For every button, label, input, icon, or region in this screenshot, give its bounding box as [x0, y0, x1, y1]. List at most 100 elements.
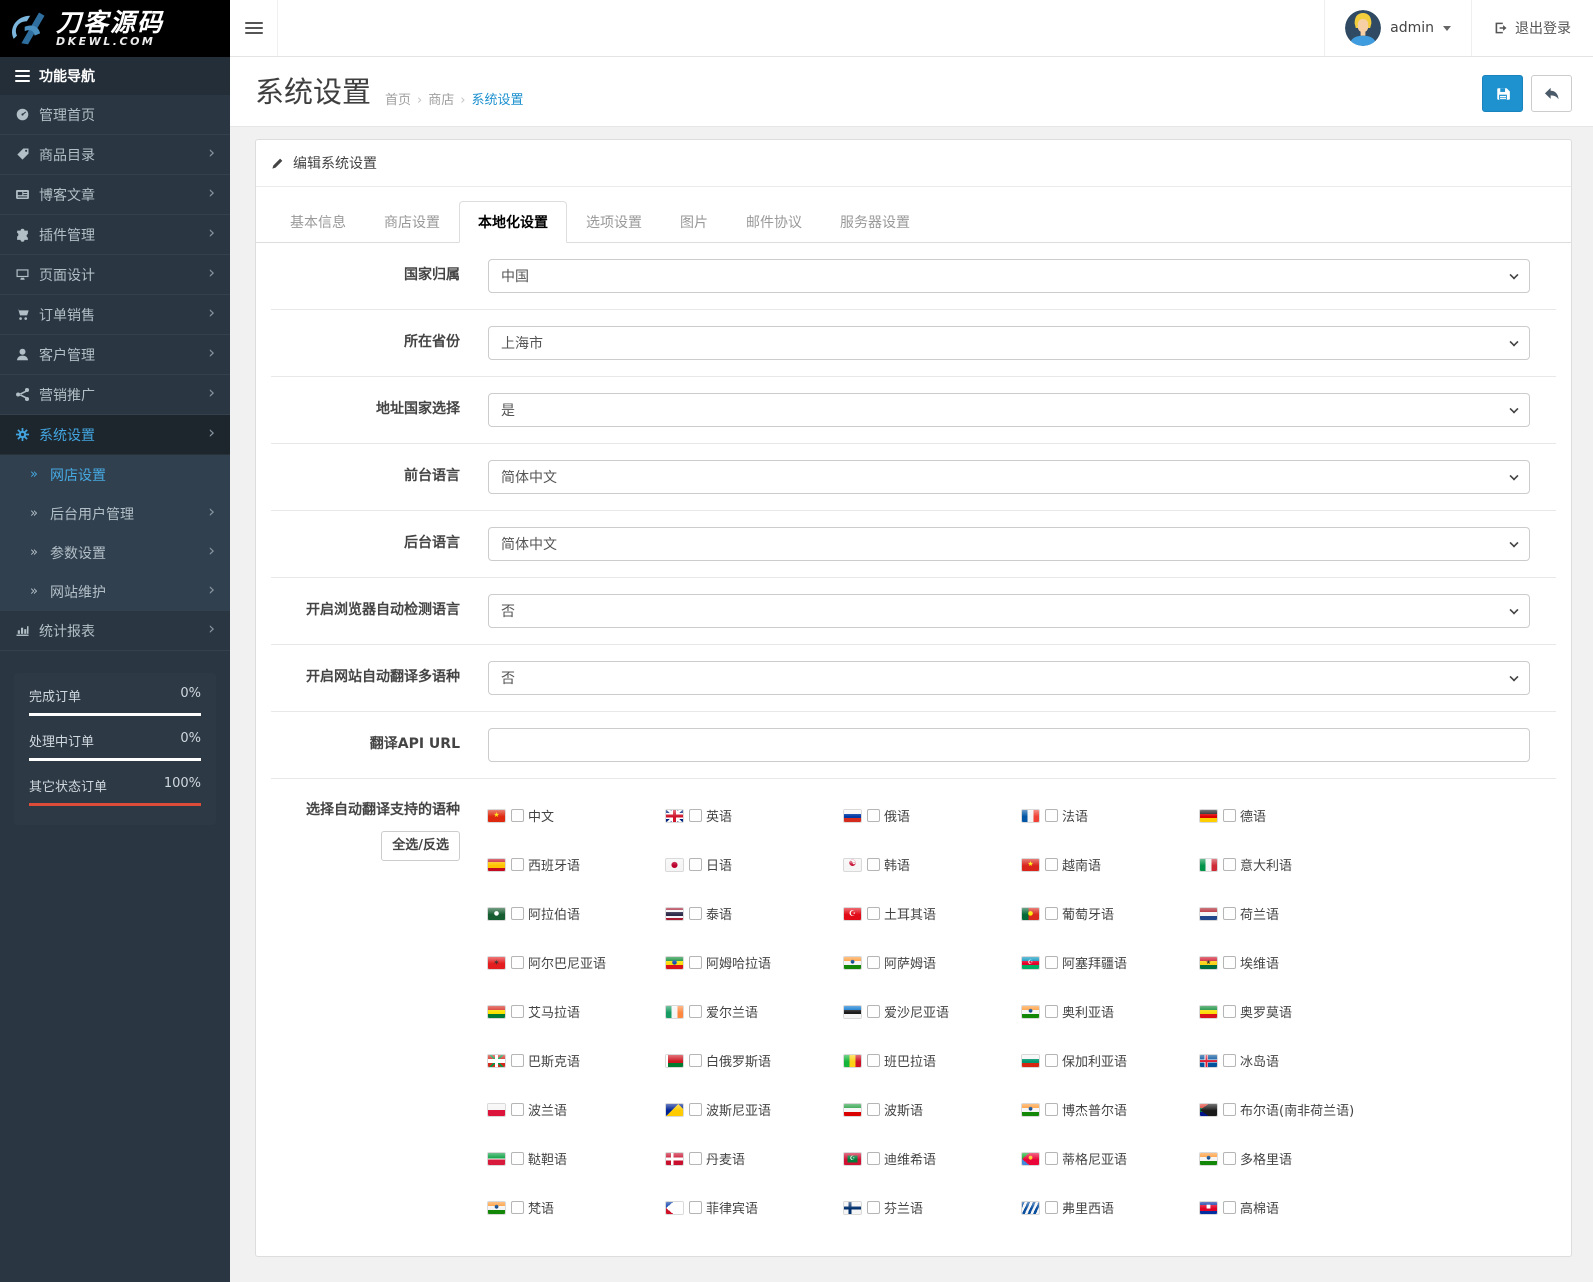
- tab-server[interactable]: 服务器设置: [821, 201, 929, 243]
- language-checkbox[interactable]: [689, 1103, 702, 1116]
- language-option[interactable]: ☯ 韩语: [844, 855, 1022, 874]
- language-option[interactable]: ● 奥利亚语: [1022, 1002, 1200, 1021]
- translate-api-url-input[interactable]: [488, 728, 1530, 762]
- language-option[interactable]: ★ 越南语: [1022, 855, 1200, 874]
- language-checkbox[interactable]: [511, 1054, 524, 1067]
- select-all-toggle-button[interactable]: 全选/反选: [381, 830, 460, 861]
- language-checkbox[interactable]: [511, 956, 524, 969]
- sidebar-subitem-admin-users[interactable]: » 后台用户管理 ›: [0, 494, 230, 533]
- language-checkbox[interactable]: [867, 1103, 880, 1116]
- language-option[interactable]: ★ 埃维语: [1200, 953, 1378, 972]
- save-button[interactable]: [1482, 75, 1523, 112]
- sidebar-subitem-store-settings[interactable]: » 网店设置: [0, 455, 230, 494]
- language-checkbox[interactable]: [1045, 907, 1058, 920]
- tab-mail[interactable]: 邮件协议: [727, 201, 821, 243]
- language-option[interactable]: ★ 中文: [488, 806, 666, 825]
- language-checkbox[interactable]: [867, 1054, 880, 1067]
- language-option[interactable]: ● 博杰普尔语: [1022, 1100, 1200, 1119]
- language-checkbox[interactable]: [689, 858, 702, 871]
- language-checkbox[interactable]: [1045, 809, 1058, 822]
- menu-toggle-button[interactable]: [230, 0, 278, 56]
- language-option[interactable]: 泰语: [666, 904, 844, 923]
- language-checkbox[interactable]: [689, 1201, 702, 1214]
- language-option[interactable]: 菲律宾语: [666, 1198, 844, 1217]
- language-option[interactable]: 奥罗莫语: [1200, 1002, 1378, 1021]
- language-option[interactable]: 弗里西语: [1022, 1198, 1200, 1217]
- country-select[interactable]: 中国: [488, 259, 1530, 293]
- language-option[interactable]: ✶ 阿尔巴尼亚语: [488, 953, 666, 972]
- sidebar-item-sales[interactable]: 订单销售 ›: [0, 295, 230, 335]
- language-checkbox[interactable]: [689, 1152, 702, 1165]
- language-option[interactable]: ● 蒂格尼亚语: [1022, 1149, 1200, 1168]
- language-option[interactable]: 波兰语: [488, 1100, 666, 1119]
- address-country-select[interactable]: 是: [488, 393, 1530, 427]
- sidebar-subitem-maintenance[interactable]: » 网站维护 ›: [0, 572, 230, 611]
- language-checkbox[interactable]: [867, 858, 880, 871]
- sidebar-item-customers[interactable]: 客户管理 ›: [0, 335, 230, 375]
- language-option[interactable]: ● 多格里语: [1200, 1149, 1378, 1168]
- language-option[interactable]: 丹麦语: [666, 1149, 844, 1168]
- language-option[interactable]: ● 阿拉伯语: [488, 904, 666, 923]
- browser-detect-language-select[interactable]: 否: [488, 594, 1530, 628]
- language-checkbox[interactable]: [689, 956, 702, 969]
- language-checkbox[interactable]: [689, 1054, 702, 1067]
- language-checkbox[interactable]: [1223, 1005, 1236, 1018]
- language-checkbox[interactable]: [867, 1201, 880, 1214]
- language-option[interactable]: 意大利语: [1200, 855, 1378, 874]
- language-option[interactable]: ● 阿萨姆语: [844, 953, 1022, 972]
- language-option[interactable]: 巴斯克语: [488, 1051, 666, 1070]
- language-option[interactable]: 俄语: [844, 806, 1022, 825]
- logout-button[interactable]: 退出登录: [1471, 0, 1593, 56]
- language-option[interactable]: 芬兰语: [844, 1198, 1022, 1217]
- language-option[interactable]: 法语: [1022, 806, 1200, 825]
- sidebar-item-dashboard[interactable]: 管理首页: [0, 95, 230, 135]
- language-checkbox[interactable]: [867, 907, 880, 920]
- language-checkbox[interactable]: [511, 1103, 524, 1116]
- sidebar-item-design[interactable]: 页面设计 ›: [0, 255, 230, 295]
- tab-basic[interactable]: 基本信息: [271, 201, 365, 243]
- sidebar-item-marketing[interactable]: 营销推广 ›: [0, 375, 230, 415]
- language-checkbox[interactable]: [1045, 1103, 1058, 1116]
- language-checkbox[interactable]: [867, 809, 880, 822]
- language-checkbox[interactable]: [1223, 1054, 1236, 1067]
- language-checkbox[interactable]: [1045, 1005, 1058, 1018]
- language-option[interactable]: ● 阿姆哈拉语: [666, 953, 844, 972]
- language-checkbox[interactable]: [1045, 956, 1058, 969]
- sidebar-item-system[interactable]: 系统设置 ›: [0, 415, 230, 455]
- language-option[interactable]: 爱尔兰语: [666, 1002, 844, 1021]
- language-checkbox[interactable]: [511, 1201, 524, 1214]
- tab-store[interactable]: 商店设置: [365, 201, 459, 243]
- sidebar-item-extensions[interactable]: 插件管理 ›: [0, 215, 230, 255]
- language-checkbox[interactable]: [1045, 1201, 1058, 1214]
- language-option[interactable]: ● 梵语: [488, 1198, 666, 1217]
- breadcrumb-link[interactable]: 商店: [428, 93, 454, 108]
- language-option[interactable]: ■ 高棉语: [1200, 1198, 1378, 1217]
- language-option[interactable]: 英语: [666, 806, 844, 825]
- language-checkbox[interactable]: [1223, 1103, 1236, 1116]
- language-checkbox[interactable]: [1045, 1054, 1058, 1067]
- language-option[interactable]: 白俄罗斯语: [666, 1051, 844, 1070]
- auto-translate-select[interactable]: 否: [488, 661, 1530, 695]
- breadcrumb-link[interactable]: 系统设置: [471, 93, 523, 108]
- breadcrumb-link[interactable]: 首页: [385, 93, 411, 108]
- language-checkbox[interactable]: [689, 907, 702, 920]
- tab-image[interactable]: 图片: [661, 201, 727, 243]
- tab-local[interactable]: 本地化设置: [459, 201, 567, 243]
- language-option[interactable]: ● 葡萄牙语: [1022, 904, 1200, 923]
- language-option[interactable]: 西班牙语: [488, 855, 666, 874]
- language-option[interactable]: 班巴拉语: [844, 1051, 1022, 1070]
- sidebar-subitem-parameters[interactable]: » 参数设置 ›: [0, 533, 230, 572]
- language-checkbox[interactable]: [1223, 809, 1236, 822]
- language-checkbox[interactable]: [1045, 858, 1058, 871]
- language-checkbox[interactable]: [867, 956, 880, 969]
- language-checkbox[interactable]: [689, 809, 702, 822]
- language-checkbox[interactable]: [511, 1152, 524, 1165]
- language-checkbox[interactable]: [1223, 858, 1236, 871]
- language-checkbox[interactable]: [1223, 956, 1236, 969]
- tab-option[interactable]: 选项设置: [567, 201, 661, 243]
- zone-select[interactable]: 上海市: [488, 326, 1530, 360]
- language-checkbox[interactable]: [511, 907, 524, 920]
- language-option[interactable]: 布尔语(南非荷兰语): [1200, 1100, 1378, 1119]
- sidebar-item-reports[interactable]: 统计报表 ›: [0, 611, 230, 651]
- language-checkbox[interactable]: [511, 809, 524, 822]
